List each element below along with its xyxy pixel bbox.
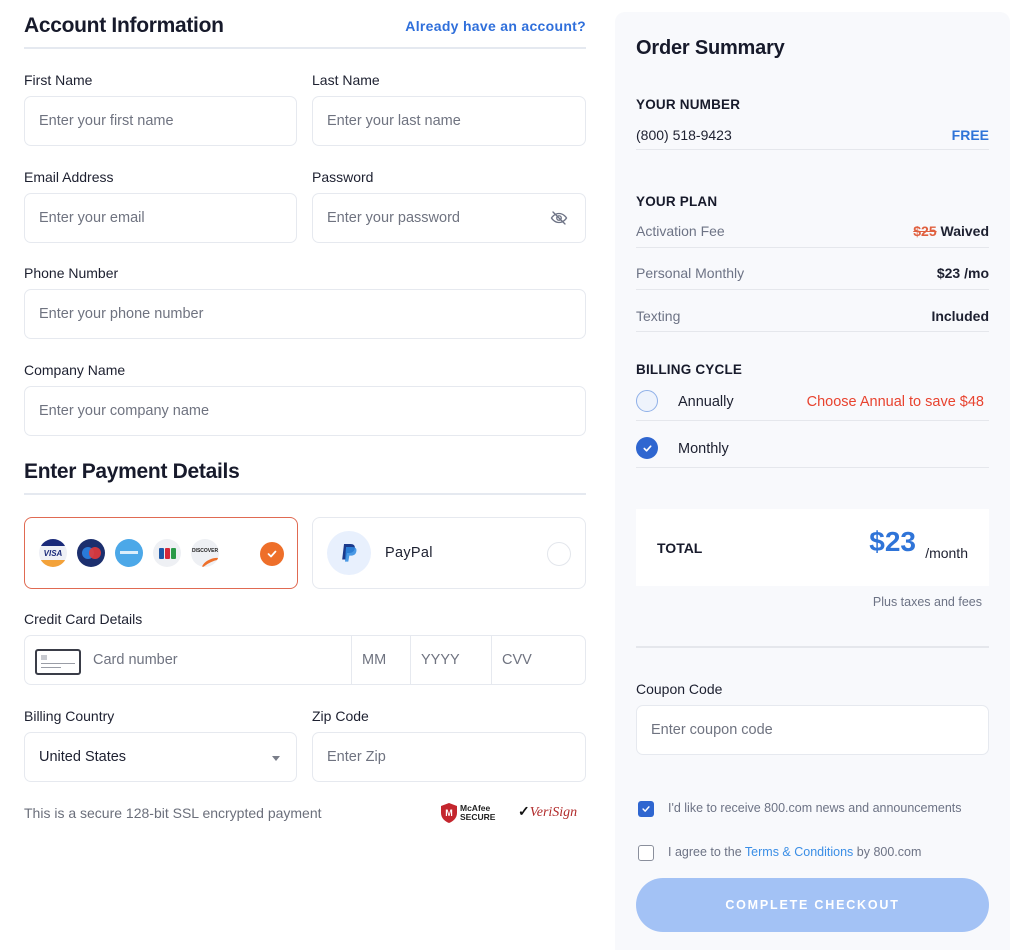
- card-year-input[interactable]: [410, 636, 491, 684]
- divider: [636, 467, 989, 468]
- check-icon: [642, 806, 650, 812]
- annual-savings-promo: Choose Annual to save $48: [806, 394, 984, 410]
- credit-card-icon: [35, 649, 81, 675]
- billing-country-select[interactable]: United States: [24, 732, 297, 782]
- amex-icon: [115, 539, 143, 567]
- payment-method-paypal[interactable]: PayPal: [312, 517, 586, 589]
- personal-monthly-value: $23 /mo: [936, 265, 989, 281]
- svg-text:M: M: [445, 808, 453, 818]
- divider: [636, 331, 989, 332]
- mcafee-shield-icon: M: [441, 803, 457, 823]
- terms-checkbox-label[interactable]: I agree to the Terms & Conditions by 800…: [668, 845, 921, 859]
- card-number-input[interactable]: [83, 636, 343, 684]
- phone-input[interactable]: [24, 289, 586, 339]
- verisign-badge: ✓VeriSign: [518, 805, 578, 820]
- first-name-input[interactable]: [24, 96, 297, 146]
- first-name-label: First Name: [24, 72, 93, 88]
- divider: [636, 247, 989, 248]
- divider: [636, 149, 989, 150]
- password-label: Password: [312, 169, 374, 185]
- zip-input[interactable]: [312, 732, 586, 782]
- total-box: TOTAL $23 /month: [636, 509, 989, 586]
- card-number-field: [25, 636, 351, 684]
- coupon-input[interactable]: [636, 705, 989, 755]
- terms-suffix: by 800.com: [853, 845, 922, 859]
- password-input[interactable]: [312, 193, 586, 243]
- activation-fee-old-price: $25: [913, 223, 937, 239]
- email-label: Email Address: [24, 169, 114, 185]
- activation-fee-waived: Waived: [940, 223, 990, 239]
- zip-label: Zip Code: [312, 708, 369, 724]
- paypal-label: PayPal: [385, 545, 433, 561]
- divider: [636, 646, 989, 648]
- payment-title: Enter Payment Details: [24, 460, 240, 483]
- account-info-title: Account Information: [24, 14, 224, 37]
- annually-label[interactable]: Annually: [678, 394, 734, 410]
- secure-payment-note: This is a secure 128-bit SSL encrypted p…: [24, 805, 322, 821]
- billing-country-value: United States: [39, 749, 127, 765]
- last-name-label: Last Name: [312, 72, 380, 88]
- paypal-radio[interactable]: [547, 542, 571, 566]
- terms-conditions-link[interactable]: Terms & Conditions: [745, 845, 853, 859]
- payment-method-credit-card[interactable]: VISA DISCOVER: [24, 517, 298, 589]
- activation-fee-value: $25 Waived: [913, 223, 989, 239]
- eye-off-icon[interactable]: [550, 209, 568, 227]
- total-label: TOTAL: [657, 540, 703, 556]
- card-cvv-input[interactable]: [491, 636, 585, 684]
- billing-cycle-heading: BILLING CYCLE: [636, 362, 743, 377]
- order-summary-panel: Order Summary YOUR NUMBER (800) 518-9423…: [615, 12, 1010, 950]
- jcb-icon: [153, 539, 181, 567]
- coupon-label: Coupon Code: [636, 681, 723, 697]
- monthly-radio[interactable]: [636, 437, 658, 459]
- phone-number-value: (800) 518-9423: [636, 127, 732, 143]
- mcafee-secure-badge: M McAfee SECURE: [441, 803, 495, 823]
- divider: [636, 289, 989, 290]
- discover-icon: DISCOVER: [191, 539, 219, 567]
- credit-card-label: Credit Card Details: [24, 611, 143, 627]
- company-label: Company Name: [24, 362, 126, 378]
- texting-label: Texting: [636, 308, 681, 324]
- terms-prefix: I agree to the: [668, 845, 745, 859]
- verisign-text: VeriSign: [529, 805, 578, 820]
- number-price-badge: FREE: [951, 127, 989, 143]
- taxes-note: Plus taxes and fees: [872, 595, 982, 609]
- already-have-account-link[interactable]: Already have an account?: [405, 18, 586, 34]
- email-input[interactable]: [24, 193, 297, 243]
- mcafee-secure-text: SECURE: [460, 812, 496, 822]
- monthly-label[interactable]: Monthly: [678, 441, 729, 457]
- personal-monthly-label: Personal Monthly: [636, 265, 745, 281]
- paypal-icon: [327, 531, 371, 575]
- your-plan-heading: YOUR PLAN: [636, 194, 718, 209]
- total-unit: /month: [925, 545, 968, 561]
- terms-checkbox[interactable]: [638, 845, 654, 861]
- payment-divider: [24, 493, 586, 495]
- phone-label: Phone Number: [24, 265, 119, 281]
- credit-card-fields: [24, 635, 586, 685]
- divider: [636, 420, 989, 421]
- maestro-icon: [77, 539, 105, 567]
- complete-checkout-button[interactable]: COMPLETE CHECKOUT: [636, 878, 989, 932]
- news-checkbox[interactable]: [638, 801, 654, 817]
- total-amount: $23: [869, 526, 916, 557]
- password-field: [312, 193, 586, 243]
- chevron-down-icon: [272, 756, 280, 761]
- check-icon: [642, 444, 652, 452]
- billing-country-label: Billing Country: [24, 708, 115, 724]
- order-summary-title: Order Summary: [636, 37, 785, 59]
- texting-value: Included: [931, 308, 989, 324]
- last-name-input[interactable]: [312, 96, 586, 146]
- your-number-heading: YOUR NUMBER: [636, 97, 741, 112]
- account-divider: [24, 47, 586, 49]
- selected-check-icon: [260, 542, 284, 566]
- card-month-input[interactable]: [351, 636, 410, 684]
- annually-radio[interactable]: [636, 390, 658, 412]
- activation-fee-label: Activation Fee: [636, 223, 725, 239]
- news-checkbox-label[interactable]: I'd like to receive 800.com news and ann…: [668, 801, 962, 815]
- visa-icon: VISA: [39, 539, 67, 567]
- company-input[interactable]: [24, 386, 586, 436]
